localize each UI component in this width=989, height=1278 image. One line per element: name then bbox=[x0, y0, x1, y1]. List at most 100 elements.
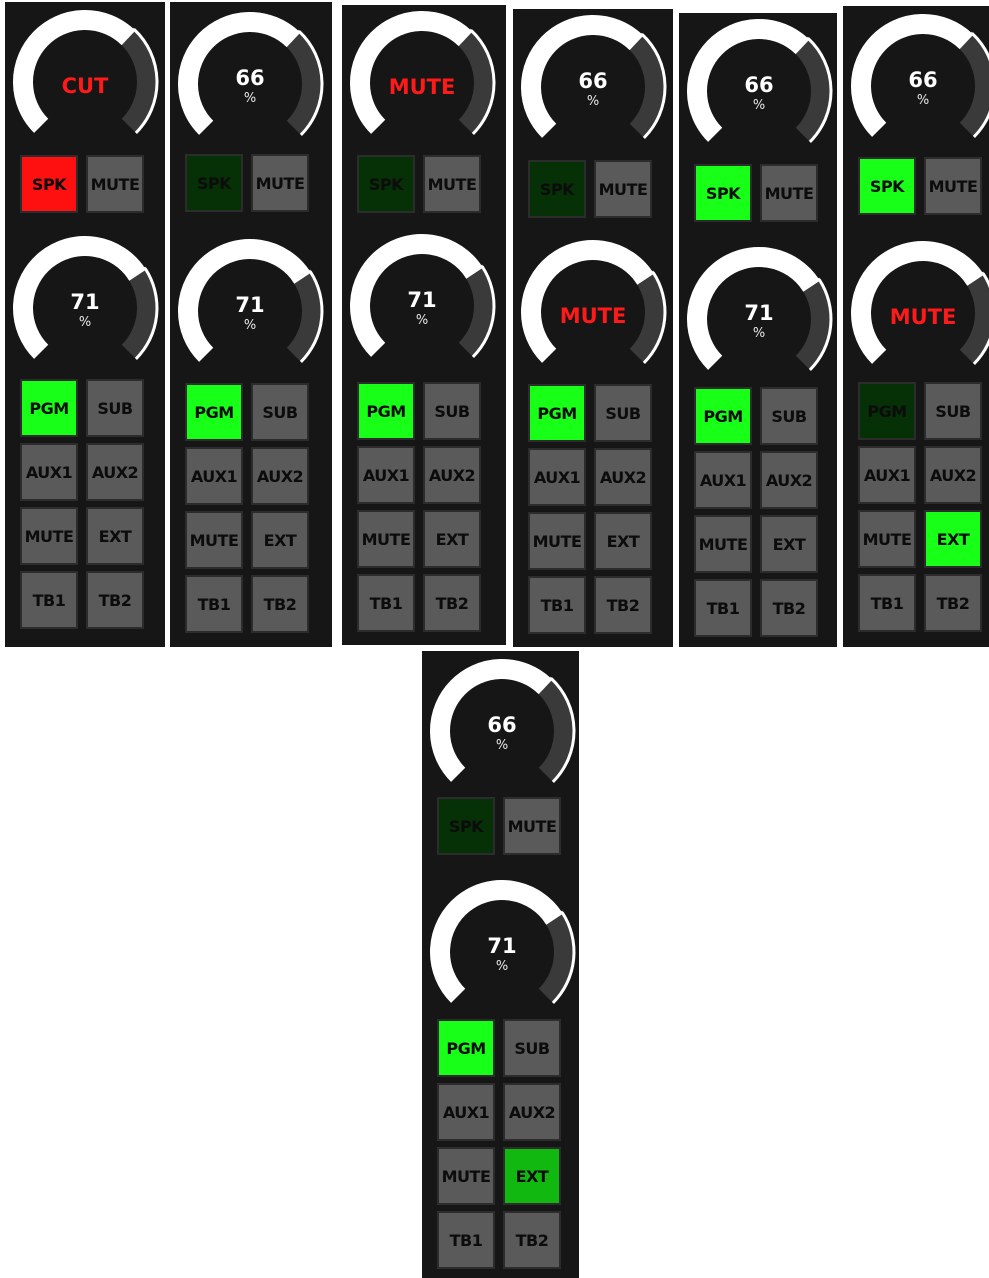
ext-button[interactable]: EXT bbox=[423, 510, 481, 568]
mute-button[interactable]: MUTE bbox=[760, 164, 818, 222]
knob-unit: % bbox=[586, 94, 600, 109]
ext-button[interactable]: EXT bbox=[924, 510, 982, 568]
tb2-button[interactable]: TB2 bbox=[251, 575, 309, 633]
tb2-button[interactable]: TB2 bbox=[924, 574, 982, 632]
knob-status-text: MUTE bbox=[388, 75, 456, 99]
aux2-button[interactable]: AUX2 bbox=[924, 446, 982, 504]
spk-button[interactable]: SPK bbox=[528, 160, 586, 218]
aux2-button[interactable]: AUX2 bbox=[251, 447, 309, 505]
sub-button[interactable]: SUB bbox=[251, 383, 309, 441]
sub-button[interactable]: SUB bbox=[423, 382, 481, 440]
knob-value: 66 bbox=[744, 73, 774, 97]
aux1-button[interactable]: AUX1 bbox=[694, 451, 752, 509]
mute-button[interactable]: MUTE bbox=[437, 1147, 495, 1205]
aux1-button[interactable]: AUX1 bbox=[437, 1083, 495, 1141]
mute-button[interactable]: MUTE bbox=[503, 797, 561, 855]
top-knob[interactable]: MUTE bbox=[344, 5, 500, 161]
spk-button[interactable]: SPK bbox=[858, 157, 916, 215]
mute-button[interactable]: MUTE bbox=[86, 155, 144, 213]
tb1-button[interactable]: TB1 bbox=[185, 575, 243, 633]
knob-unit: % bbox=[916, 93, 930, 108]
aux1-button[interactable]: AUX1 bbox=[528, 448, 586, 506]
tb2-button[interactable]: TB2 bbox=[423, 574, 481, 632]
mute-button[interactable]: MUTE bbox=[858, 510, 916, 568]
ext-button[interactable]: EXT bbox=[594, 512, 652, 570]
aux2-button[interactable]: AUX2 bbox=[760, 451, 818, 509]
sub-button[interactable]: SUB bbox=[503, 1019, 561, 1077]
top-knob[interactable]: 66% bbox=[515, 9, 671, 165]
top-knob[interactable]: 66% bbox=[172, 6, 328, 162]
tb1-button[interactable]: TB1 bbox=[20, 571, 78, 629]
knob-unit: % bbox=[495, 738, 509, 753]
top-knob[interactable]: 66% bbox=[681, 13, 837, 169]
tb1-button[interactable]: TB1 bbox=[437, 1211, 495, 1269]
spk-button[interactable]: SPK bbox=[694, 164, 752, 222]
bottom-knob[interactable]: 71% bbox=[172, 233, 328, 389]
tb2-button[interactable]: TB2 bbox=[86, 571, 144, 629]
mute-button[interactable]: MUTE bbox=[528, 512, 586, 570]
bottom-knob[interactable]: 71% bbox=[424, 874, 580, 1030]
knob-unit: % bbox=[495, 959, 509, 974]
top-knob[interactable]: 66% bbox=[845, 8, 989, 164]
ext-button[interactable]: EXT bbox=[251, 511, 309, 569]
bottom-knob[interactable]: MUTE bbox=[515, 234, 671, 390]
aux1-button[interactable]: AUX1 bbox=[357, 446, 415, 504]
mute-button[interactable]: MUTE bbox=[594, 160, 652, 218]
aux2-button[interactable]: AUX2 bbox=[423, 446, 481, 504]
tb2-button[interactable]: TB2 bbox=[594, 576, 652, 634]
bottom-knob[interactable]: 71% bbox=[7, 230, 163, 386]
mute-button[interactable]: MUTE bbox=[185, 511, 243, 569]
pgm-button[interactable]: PGM bbox=[437, 1019, 495, 1077]
sub-button[interactable]: SUB bbox=[924, 382, 982, 440]
mute-button[interactable]: MUTE bbox=[924, 157, 982, 215]
spk-button[interactable]: SPK bbox=[437, 797, 495, 855]
spk-button[interactable]: SPK bbox=[185, 154, 243, 212]
bottom-knob[interactable]: 71% bbox=[344, 228, 500, 384]
pgm-button[interactable]: PGM bbox=[357, 382, 415, 440]
channel-strip-2: 66% SPK MUTE 71% PGM SUB AUX1 AUX2 MUTE EXT TB1 TB2 bbox=[170, 2, 332, 647]
pgm-button[interactable]: PGM bbox=[185, 383, 243, 441]
bottom-knob[interactable]: 71% bbox=[681, 241, 837, 397]
tb1-button[interactable]: TB1 bbox=[858, 574, 916, 632]
pgm-button[interactable]: PGM bbox=[858, 382, 916, 440]
tb1-button[interactable]: TB1 bbox=[694, 579, 752, 637]
sub-button[interactable]: SUB bbox=[594, 384, 652, 442]
ext-button[interactable]: EXT bbox=[760, 515, 818, 573]
aux1-button[interactable]: AUX1 bbox=[185, 447, 243, 505]
aux1-button[interactable]: AUX1 bbox=[20, 443, 78, 501]
aux2-button[interactable]: AUX2 bbox=[503, 1083, 561, 1141]
pgm-button[interactable]: PGM bbox=[20, 379, 78, 437]
mute-button[interactable]: MUTE bbox=[694, 515, 752, 573]
sub-button[interactable]: SUB bbox=[86, 379, 144, 437]
pgm-button[interactable]: PGM bbox=[694, 387, 752, 445]
ext-button[interactable]: EXT bbox=[86, 507, 144, 565]
tb2-button[interactable]: TB2 bbox=[760, 579, 818, 637]
spk-button[interactable]: SPK bbox=[20, 155, 78, 213]
aux2-button[interactable]: AUX2 bbox=[86, 443, 144, 501]
tb1-button[interactable]: TB1 bbox=[357, 574, 415, 632]
channel-strip-7: 66% SPK MUTE 71% PGM SUB AUX1 AUX2 MUTE EXT TB1 TB2 bbox=[422, 651, 579, 1278]
knob-level-fill bbox=[521, 240, 654, 363]
knob-level-fill bbox=[851, 241, 984, 364]
sub-button[interactable]: SUB bbox=[760, 387, 818, 445]
spk-button[interactable]: SPK bbox=[357, 155, 415, 213]
mute-button[interactable]: MUTE bbox=[357, 510, 415, 568]
channel-strip-5: 66% SPK MUTE 71% PGM SUB AUX1 AUX2 MUTE EXT TB1 TB2 bbox=[679, 13, 837, 647]
channel-strip-4: 66% SPK MUTE MUTE PGM SUB AUX1 AUX2 MUTE EXT TB1 TB… bbox=[513, 9, 673, 647]
pgm-button[interactable]: PGM bbox=[528, 384, 586, 442]
bottom-knob[interactable]: MUTE bbox=[845, 235, 989, 391]
knob-value: 71 bbox=[407, 288, 437, 312]
knob-unit: % bbox=[243, 91, 257, 106]
knob-unit: % bbox=[752, 326, 766, 341]
knob-level-fill bbox=[13, 10, 135, 133]
mute-button[interactable]: MUTE bbox=[423, 155, 481, 213]
aux1-button[interactable]: AUX1 bbox=[858, 446, 916, 504]
tb1-button[interactable]: TB1 bbox=[528, 576, 586, 634]
mute-button[interactable]: MUTE bbox=[20, 507, 78, 565]
top-knob[interactable]: CUT bbox=[7, 4, 163, 160]
mute-button[interactable]: MUTE bbox=[251, 154, 309, 212]
ext-button[interactable]: EXT bbox=[503, 1147, 561, 1205]
tb2-button[interactable]: TB2 bbox=[503, 1211, 561, 1269]
aux2-button[interactable]: AUX2 bbox=[594, 448, 652, 506]
top-knob[interactable]: 66% bbox=[424, 653, 580, 809]
